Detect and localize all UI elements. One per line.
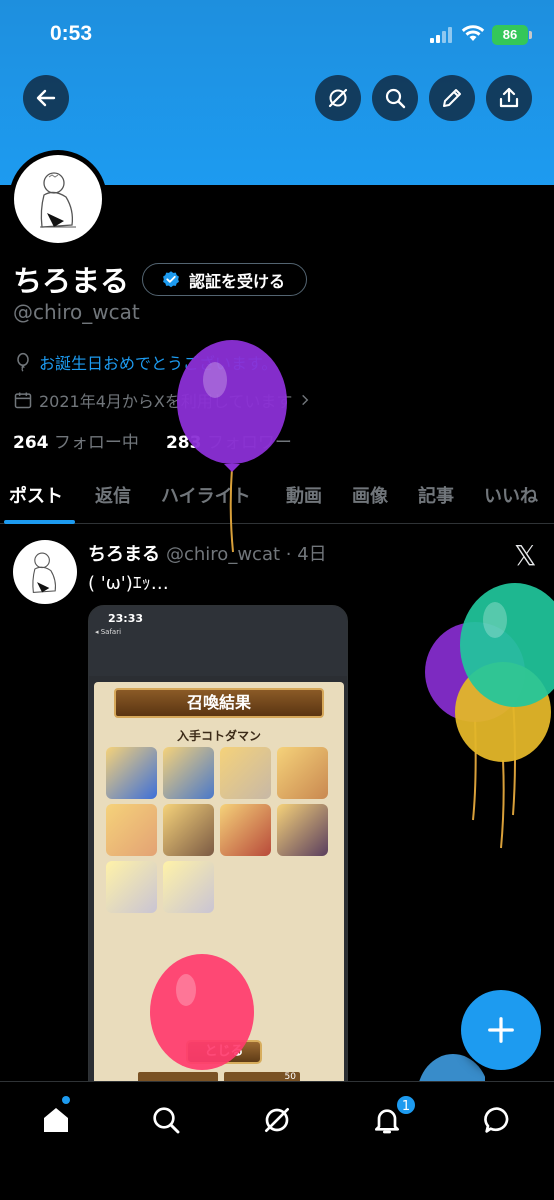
- summon-subtitle: 入手コトダマン: [176, 729, 261, 743]
- profile-avatar[interactable]: [9, 150, 107, 248]
- wifi-icon: [461, 25, 485, 41]
- balloon-icon: [17, 352, 29, 372]
- notification-badge: 1: [395, 1094, 417, 1116]
- character-card: [106, 861, 157, 913]
- status-bar: 0:53 86: [0, 0, 554, 64]
- character-card: [106, 804, 157, 856]
- grok-icon: [265, 1108, 289, 1132]
- home-icon: [44, 1108, 68, 1132]
- character-card: [163, 747, 214, 799]
- active-tab-indicator: [4, 520, 75, 524]
- tab-articles[interactable]: 記事: [418, 482, 454, 508]
- chevron-right-icon: [302, 394, 309, 406]
- get-verified-label: 認証を受ける: [189, 271, 286, 291]
- pink-balloon-decoration: [150, 954, 254, 1070]
- character-card: [277, 747, 328, 799]
- signal-icon: [430, 27, 454, 43]
- purple-balloon-decoration: [177, 340, 287, 553]
- tweet-author[interactable]: ちろまる: [88, 544, 160, 565]
- tab-replies[interactable]: 返信: [95, 482, 131, 508]
- media-status-bar: 23:33 ◂ Safari: [89, 606, 347, 676]
- status-time: 0:53: [50, 22, 93, 45]
- tweet-avatar-drawing: [32, 552, 56, 593]
- search-button[interactable]: [372, 75, 418, 121]
- character-card: [163, 861, 214, 913]
- media-safari: ◂ Safari: [95, 628, 122, 636]
- x-logo-icon: 𝕏: [514, 539, 537, 572]
- nav-messages[interactable]: [478, 1100, 518, 1140]
- pencil-icon: [443, 89, 461, 107]
- compose-post-button[interactable]: [461, 990, 541, 1070]
- share-icon: [499, 87, 519, 108]
- search-icon: [385, 88, 406, 109]
- media-time: 23:33: [108, 612, 144, 625]
- back-button[interactable]: [23, 75, 69, 121]
- profile-handle: @chiro_wcat: [13, 300, 140, 324]
- character-card: [277, 804, 328, 856]
- balloons-cluster-decoration: [425, 583, 554, 849]
- battery-indicator: 86: [492, 25, 528, 45]
- avatar-drawing: [40, 172, 76, 228]
- tweet-text: ( 'ω')ｴｯ…: [88, 573, 169, 594]
- nav-grok[interactable]: [257, 1100, 297, 1140]
- calendar-icon: [14, 392, 32, 409]
- summon-banner: 召喚結果: [114, 688, 324, 718]
- grok-button[interactable]: [315, 75, 361, 121]
- character-card: [220, 804, 271, 856]
- tab-posts[interactable]: ポスト: [9, 482, 63, 508]
- following-count: 264: [13, 433, 49, 453]
- plus-icon: [488, 1017, 514, 1043]
- bottom-nav: 1: [0, 1081, 554, 1200]
- arrow-left-icon: [36, 89, 56, 107]
- search-icon: [153, 1107, 180, 1134]
- grok-icon: [328, 88, 348, 108]
- tweet-avatar[interactable]: [13, 540, 77, 604]
- get-verified-button[interactable]: 認証を受ける: [142, 263, 307, 296]
- character-card: [163, 804, 214, 856]
- character-card: [220, 747, 271, 799]
- share-button[interactable]: [486, 75, 532, 121]
- character-card: [106, 747, 157, 799]
- following-label: フォロー中: [53, 433, 139, 453]
- edit-button[interactable]: [429, 75, 475, 121]
- battery-tip: [529, 31, 532, 39]
- tab-likes[interactable]: いいね: [484, 482, 538, 508]
- tab-images[interactable]: 画像: [352, 482, 388, 508]
- verified-badge-icon: [163, 270, 179, 287]
- nav-search[interactable]: [146, 1100, 186, 1140]
- message-icon: [484, 1107, 509, 1133]
- following-link[interactable]: 264 フォロー中: [13, 433, 139, 453]
- tab-videos[interactable]: 動画: [286, 482, 322, 508]
- display-name: ちろまる: [13, 264, 130, 298]
- nav-home[interactable]: [36, 1100, 76, 1140]
- home-unread-dot: [62, 1096, 70, 1104]
